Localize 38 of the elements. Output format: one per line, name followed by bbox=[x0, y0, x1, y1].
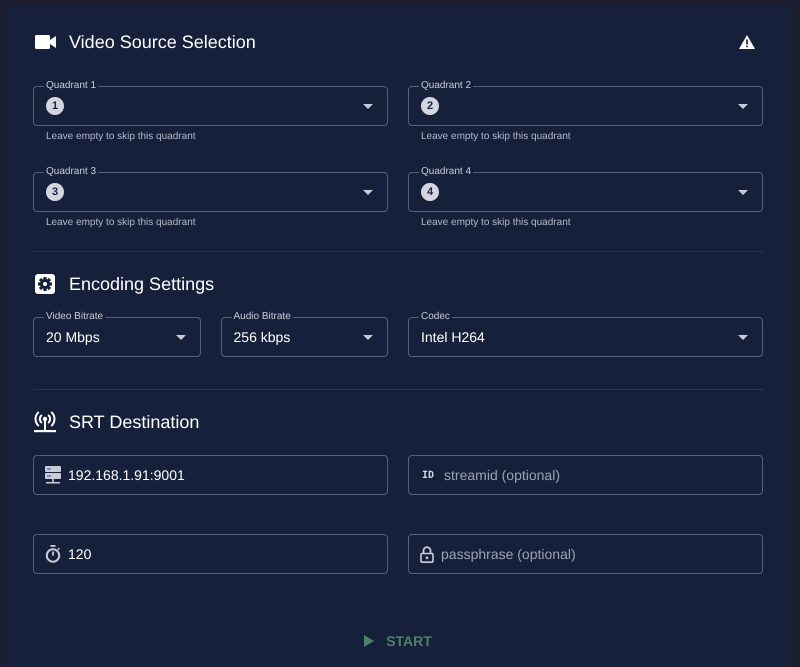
quadrant-select[interactable]: Quadrant 4 4 bbox=[408, 166, 763, 212]
caret-icon bbox=[738, 190, 748, 194]
quadrant-number: 1 bbox=[46, 97, 64, 115]
dropdown-select[interactable]: Audio Bitrate 256 kbps bbox=[220, 311, 388, 357]
dropdown-select[interactable]: Video Bitrate 20 Mbps bbox=[33, 311, 200, 357]
host-field[interactable]: 192.168.1.91:9001 bbox=[33, 455, 388, 495]
helper-text: Leave empty to skip this quadrant bbox=[420, 216, 572, 230]
warning-icon bbox=[739, 35, 755, 49]
video-camera-icon bbox=[34, 35, 56, 49]
lock-icon bbox=[420, 546, 434, 562]
stopwatch-icon bbox=[45, 545, 61, 563]
gear-icon bbox=[35, 274, 55, 294]
caret-icon bbox=[363, 104, 373, 108]
caret-icon bbox=[176, 334, 186, 340]
quadrant-select[interactable]: Quadrant 3 3 bbox=[33, 166, 388, 212]
broadcast-antenna-icon bbox=[33, 411, 57, 433]
dropdown-select[interactable]: Codec Intel H264 bbox=[408, 311, 763, 357]
server-icon bbox=[45, 466, 61, 484]
helper-text: Leave empty to skip this quadrant bbox=[420, 130, 572, 144]
streamid-field[interactable]: ID streamid (optional) bbox=[408, 455, 763, 495]
quadrant-select[interactable]: Quadrant 2 2 bbox=[408, 80, 763, 126]
caret-icon bbox=[738, 334, 748, 340]
caret-icon bbox=[738, 104, 748, 108]
passphrase-field[interactable]: passphrase (optional) bbox=[408, 534, 763, 574]
play-icon bbox=[364, 635, 374, 647]
section-title: Video Source Selection bbox=[69, 31, 256, 53]
quadrant-select[interactable]: Quadrant 1 1 bbox=[33, 80, 388, 126]
caret-icon bbox=[363, 190, 373, 194]
caret-icon bbox=[363, 334, 373, 340]
helper-text: Leave empty to skip this quadrant bbox=[45, 130, 197, 144]
quadrant-number: 4 bbox=[421, 183, 439, 201]
id-tag: ID bbox=[422, 470, 434, 480]
section-title: SRT Destination bbox=[69, 411, 200, 433]
latency-field[interactable]: 120 bbox=[33, 534, 388, 574]
helper-text: Leave empty to skip this quadrant bbox=[45, 216, 197, 230]
quadrant-number: 2 bbox=[421, 97, 439, 115]
section-title: Encoding Settings bbox=[69, 273, 214, 295]
quadrant-number: 3 bbox=[46, 183, 64, 201]
